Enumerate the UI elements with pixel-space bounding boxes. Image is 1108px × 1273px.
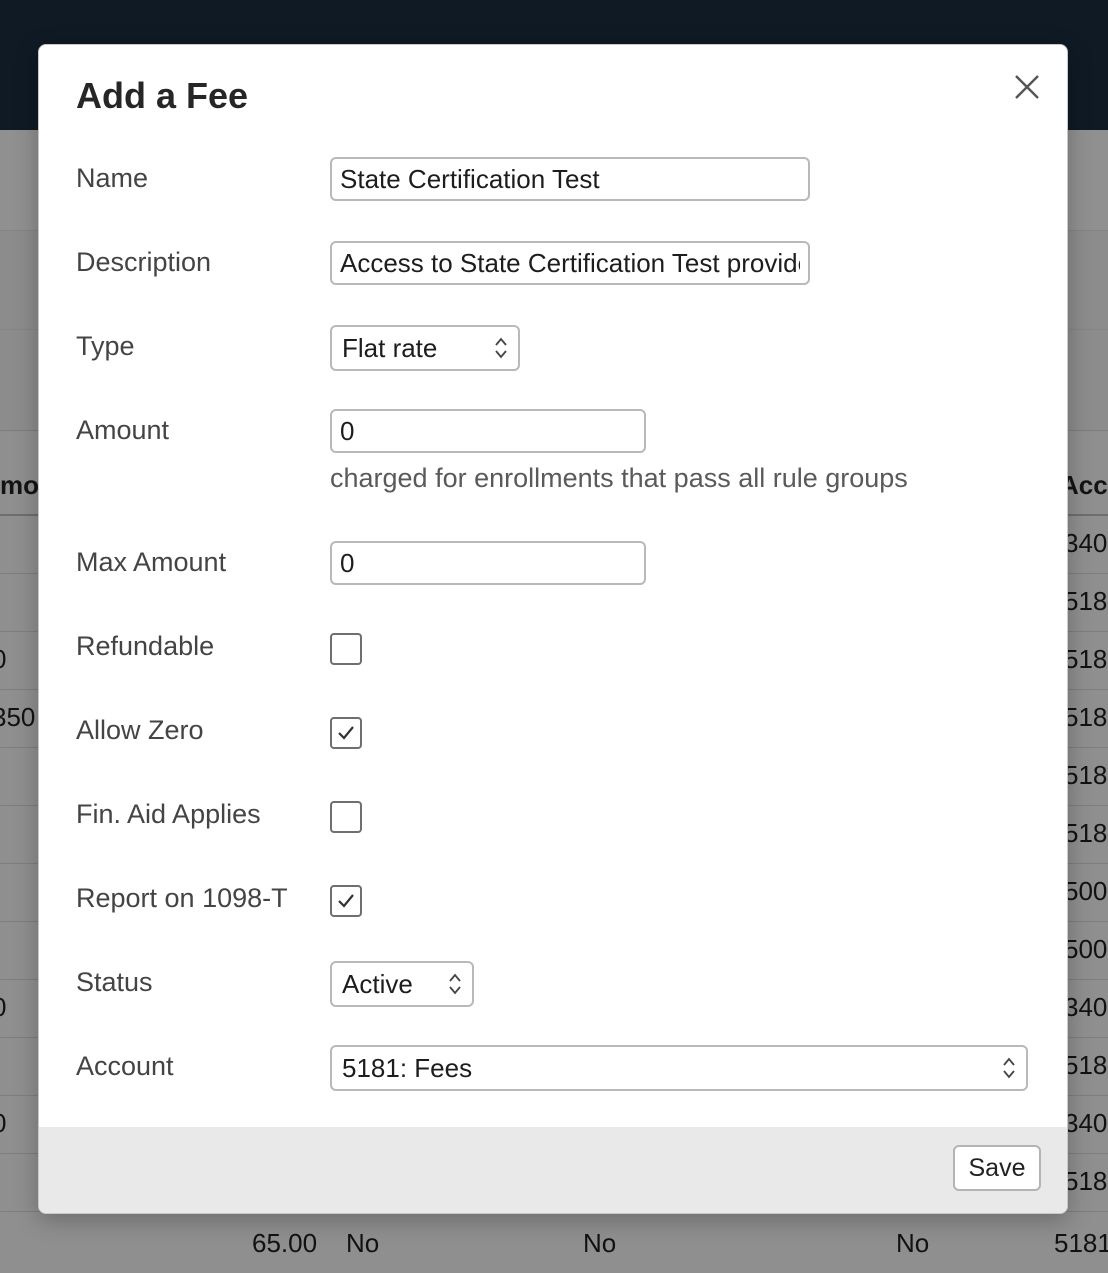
description-input[interactable] [330, 241, 810, 285]
save-button[interactable]: Save [953, 1145, 1041, 1191]
type-select[interactable]: Flat rate [330, 325, 520, 371]
account-cell: 340 [1064, 528, 1108, 558]
select-arrows-icon [494, 335, 508, 361]
account-cell: 5181 [1064, 818, 1108, 848]
amount-input[interactable] [330, 409, 646, 453]
amount-column-header: mo [0, 470, 39, 500]
account-cell: 5181 [1064, 644, 1108, 674]
modal-footer: Save [39, 1127, 1067, 1213]
type-select-value: Flat rate [342, 332, 438, 363]
close-icon [1015, 75, 1039, 99]
amount-cell: 0 [0, 992, 6, 1023]
status-label: Status [76, 967, 153, 997]
amount-label: Amount [76, 415, 170, 445]
allow-zero-checkbox[interactable] [330, 717, 362, 749]
account-cell: 5009 [1064, 934, 1108, 964]
account-cell: 5009 [1064, 876, 1108, 906]
description-label: Description [76, 247, 212, 277]
account-cell: 5181 [1064, 1166, 1108, 1196]
select-arrows-icon [448, 971, 462, 997]
fin-aid-checkbox[interactable] [330, 801, 362, 833]
account-cell: 5181 [1064, 1050, 1108, 1080]
amount-help-text: charged for enrollments that pass all ru… [330, 463, 908, 493]
status-select-value: Active [342, 968, 413, 999]
name-label: Name [76, 163, 149, 193]
modal-title: Add a Fee [76, 75, 249, 116]
refundable-checkbox[interactable] [330, 633, 362, 665]
status-select[interactable]: Active [330, 961, 474, 1007]
table-row: 65.00 No No No 5181 [0, 1216, 1108, 1273]
add-fee-modal: Add a Fee Name Description Type Flat rat… [38, 44, 1068, 1214]
fin-aid-label: Fin. Aid Applies [76, 799, 261, 829]
amount-cell: 0 [0, 644, 6, 675]
max-amount-input[interactable] [330, 541, 646, 585]
close-button[interactable] [1009, 69, 1045, 105]
account-cell: 5181 [1064, 702, 1108, 732]
report-1098t-checkbox[interactable] [330, 885, 362, 917]
checkmark-icon [338, 894, 354, 908]
account-cell: 340 [1064, 1108, 1108, 1138]
account-cell: 5181 [1054, 1228, 1108, 1258]
account-cell: 340 [1064, 992, 1108, 1022]
cell: No [583, 1228, 617, 1258]
allow-zero-label: Allow Zero [76, 715, 204, 745]
amount-cell: 350 [0, 702, 36, 732]
max-amount-label: Max Amount [76, 547, 227, 577]
checkmark-icon [338, 726, 354, 740]
cell: No [896, 1228, 930, 1258]
cell: No [346, 1228, 380, 1258]
amount-cell: 0 [0, 1108, 6, 1139]
name-input[interactable] [330, 157, 810, 201]
type-label: Type [76, 331, 135, 361]
report-1098t-label: Report on 1098-T [76, 883, 288, 913]
account-cell: 5180 [1064, 760, 1108, 790]
refundable-label: Refundable [76, 631, 215, 661]
account-cell: 5181 [1064, 586, 1108, 616]
account-select-value: 5181: Fees [342, 1052, 473, 1083]
account-label: Account [76, 1051, 174, 1081]
account-select[interactable]: 5181: Fees [330, 1045, 1028, 1091]
amount-cell: 65.00 [252, 1228, 318, 1258]
select-arrows-icon [1002, 1055, 1016, 1081]
